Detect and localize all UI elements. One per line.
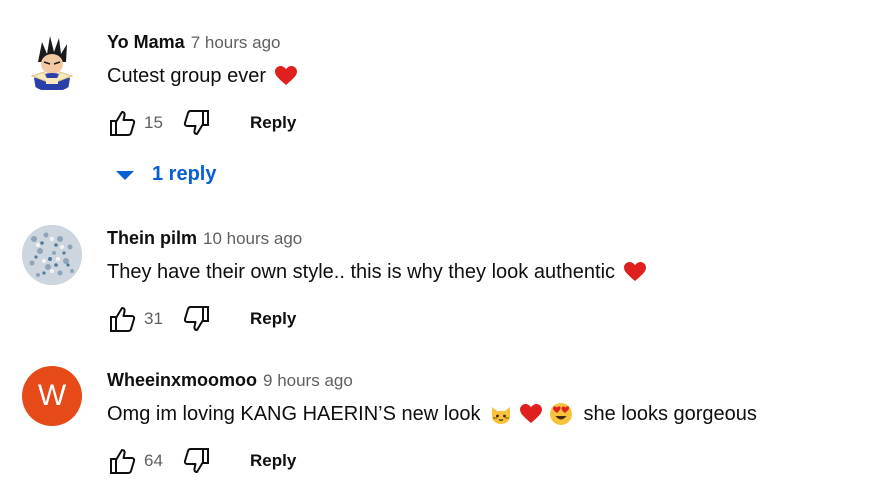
comment-body: Wheeinxmoomoo 9 hours ago Omg im loving … — [107, 370, 860, 476]
like-count: 64 — [144, 451, 163, 470]
avatar-letter: W — [37, 379, 67, 412]
author-name[interactable]: Yo Mama — [107, 32, 185, 53]
author-avatar-vegeta[interactable] — [22, 32, 82, 92]
like-count: 15 — [144, 113, 163, 132]
comment-timestamp[interactable]: 7 hours ago — [191, 33, 281, 53]
author-name[interactable]: Wheeinxmoomoo — [107, 370, 257, 391]
thumbs-up-icon — [110, 111, 136, 136]
heart-emoji-icon — [624, 262, 647, 281]
heart-emoji-icon — [274, 66, 297, 85]
heart-eyes-emoji-icon — [550, 403, 573, 425]
like-button[interactable] — [107, 446, 137, 476]
cat-emoji-icon — [492, 407, 511, 424]
comment-actions: 31 Reply — [107, 304, 860, 334]
comment-text-content: Cutest group ever — [107, 65, 266, 87]
reply-button[interactable]: Reply — [250, 451, 296, 471]
comment-body: Yo Mama 7 hours ago Cutest group ever 15 — [107, 32, 860, 138]
comment-text-content: Omg im loving KANG HAERIN’S new look — [107, 403, 481, 425]
comment-body: Thein pilm 10 hours ago They have their … — [107, 228, 860, 334]
reply-button[interactable]: Reply — [250, 309, 296, 329]
vegeta-avatar-icon — [30, 36, 74, 90]
caret-down-icon — [116, 170, 134, 180]
like-button[interactable] — [107, 304, 137, 334]
comment-text: Omg im loving KANG HAERIN’S new look she… — [107, 402, 860, 426]
thumbs-down-icon — [183, 110, 209, 135]
comment-text: They have their own style.. this is why … — [107, 260, 860, 284]
comment-actions: 64 Reply — [107, 446, 860, 476]
dislike-button[interactable] — [182, 446, 212, 476]
thumbs-down-icon — [183, 306, 209, 331]
thumbs-up-icon — [110, 307, 136, 332]
comment-header: Wheeinxmoomoo 9 hours ago — [107, 370, 860, 392]
comment-timestamp[interactable]: 9 hours ago — [263, 371, 353, 391]
comment-actions: 15 Reply — [107, 108, 860, 138]
thumbs-down-icon — [183, 448, 209, 473]
view-replies-button[interactable]: 1 reply — [114, 163, 216, 186]
replies-count-label: 1 reply — [152, 163, 217, 185]
comment-text-content-tail: she looks gorgeous — [583, 403, 757, 425]
like-button[interactable] — [107, 108, 137, 138]
dislike-button[interactable] — [182, 304, 212, 334]
reply-button[interactable]: Reply — [250, 113, 296, 133]
heart-emoji-icon — [520, 404, 543, 423]
like-count: 31 — [144, 309, 163, 328]
comment-text-content: They have their own style.. this is why … — [107, 261, 616, 283]
author-avatar-letter[interactable]: W — [22, 366, 82, 426]
comment-timestamp[interactable]: 10 hours ago — [203, 229, 302, 249]
author-name[interactable]: Thein pilm — [107, 228, 197, 249]
comment-header: Yo Mama 7 hours ago — [107, 32, 860, 54]
thumbs-up-icon — [110, 449, 136, 474]
comment-text: Cutest group ever — [107, 64, 860, 88]
dislike-button[interactable] — [182, 108, 212, 138]
photo-avatar-icon — [22, 225, 82, 285]
comment-header: Thein pilm 10 hours ago — [107, 228, 860, 250]
author-avatar-photo[interactable] — [22, 225, 82, 285]
